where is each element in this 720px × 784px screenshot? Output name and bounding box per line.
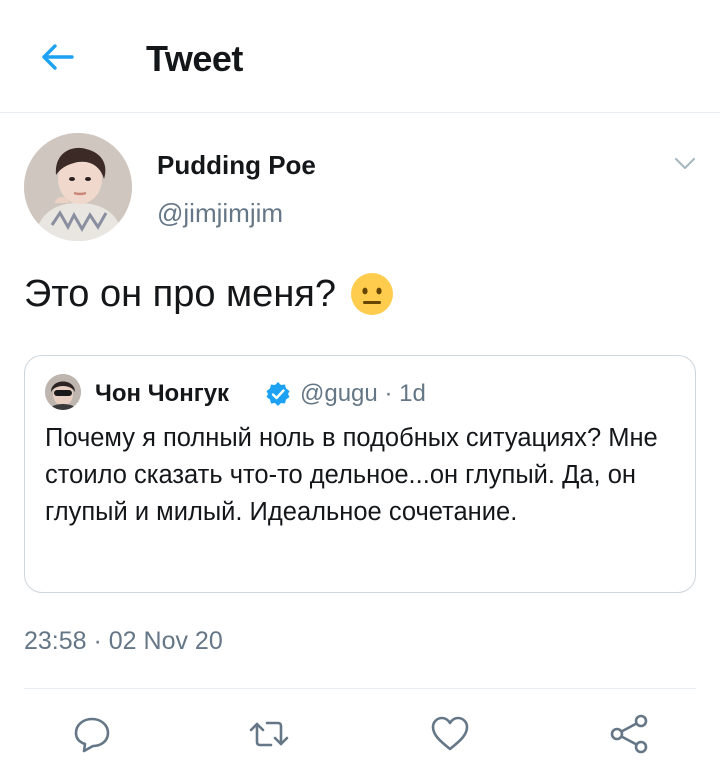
quoted-author-name: Чон Чонгук (95, 380, 230, 407)
meta-separator: · (384, 380, 400, 407)
page-title: Tweet (146, 38, 243, 79)
top-bar: Tweet (0, 0, 720, 113)
tweet-body: Это он про меня? (24, 272, 394, 316)
neutral-face-emoji-icon (350, 272, 394, 316)
tweet-timestamp: 23:58 · 02 Nov 20 (24, 627, 223, 655)
author-handle[interactable]: @jimjimjim (157, 198, 283, 229)
quoted-meta: @gugu · 1d (300, 380, 426, 408)
quoted-handle: @gugu (300, 380, 378, 407)
like-heart-icon[interactable] (428, 712, 472, 756)
quoted-avatar (45, 374, 81, 410)
quoted-tweet[interactable]: Чон Чонгук @gugu · 1d Почему я полный но… (24, 355, 696, 593)
divider (24, 688, 696, 689)
tweet-text: Это он про меня? (24, 272, 337, 315)
share-icon[interactable] (607, 712, 651, 756)
chevron-down-icon[interactable] (668, 150, 702, 178)
retweet-icon[interactable] (247, 712, 291, 756)
quoted-time: 1d (399, 380, 426, 407)
author-avatar[interactable] (24, 133, 132, 241)
quoted-text: Почему я полный ноль в подобных ситуация… (45, 424, 658, 526)
back-arrow-icon[interactable] (38, 38, 76, 76)
reply-icon[interactable] (70, 712, 114, 756)
author-name[interactable]: Pudding Poe (157, 150, 316, 181)
verified-badge-icon (265, 381, 291, 407)
